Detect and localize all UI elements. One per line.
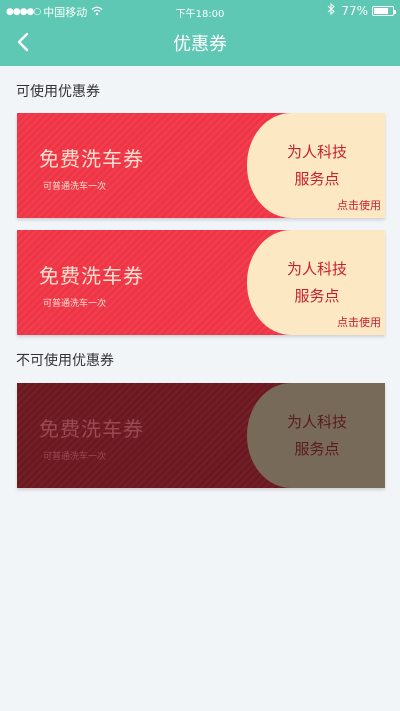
coupon-card-disabled: 免费洗车券 可普通洗车一次 为人科技 服务点 [17, 383, 385, 488]
coupon-title: 免费洗车券 [39, 147, 144, 171]
coupon-stub: 为人科技 服务点 点击使用 [247, 230, 385, 335]
coupon-perforation [17, 383, 21, 488]
use-coupon-button[interactable]: 点击使用 [337, 314, 381, 330]
coupon-card[interactable]: 免费洗车券 可普通洗车一次 为人科技 服务点 点击使用 [17, 230, 385, 335]
coupon-title: 免费洗车券 [39, 264, 144, 288]
coupon-stub: 为人科技 服务点 点击使用 [247, 113, 385, 218]
page-title: 优惠券 [173, 34, 227, 55]
coupon-stub: 为人科技 服务点 [247, 383, 385, 488]
coupon-merchant: 为人科技 服务点 [286, 413, 347, 458]
coupon-perforation [17, 230, 21, 335]
status-bar: ●●●●○ 中国移动 下午18:00 77% [0, 0, 400, 22]
coupon-title: 免费洗车券 [39, 417, 144, 441]
coupon-perforation [17, 113, 21, 218]
battery-icon [372, 5, 396, 16]
app-header: ●●●●○ 中国移动 下午18:00 77% 优惠券 [0, 0, 400, 66]
coupon-description: 可普通洗车一次 [43, 182, 107, 192]
bluetooth-icon [327, 2, 336, 18]
coupon-card[interactable]: 免费洗车券 可普通洗车一次 为人科技 服务点 点击使用 [17, 113, 385, 218]
coupon-merchant: 为人科技 服务点 [286, 260, 347, 305]
use-coupon-button[interactable]: 点击使用 [337, 197, 381, 213]
coupon-description: 可普通洗车一次 [43, 299, 107, 309]
unusable-coupons-heading: 不可使用优惠券 [16, 353, 114, 369]
status-right: 77% [327, 2, 396, 18]
battery-percent: 77% [341, 3, 368, 18]
usable-coupons-heading: 可使用优惠券 [16, 84, 100, 100]
coupon-description: 可普通洗车一次 [43, 452, 107, 462]
coupon-merchant: 为人科技 服务点 [286, 143, 347, 188]
battery-level-fill [374, 7, 388, 14]
